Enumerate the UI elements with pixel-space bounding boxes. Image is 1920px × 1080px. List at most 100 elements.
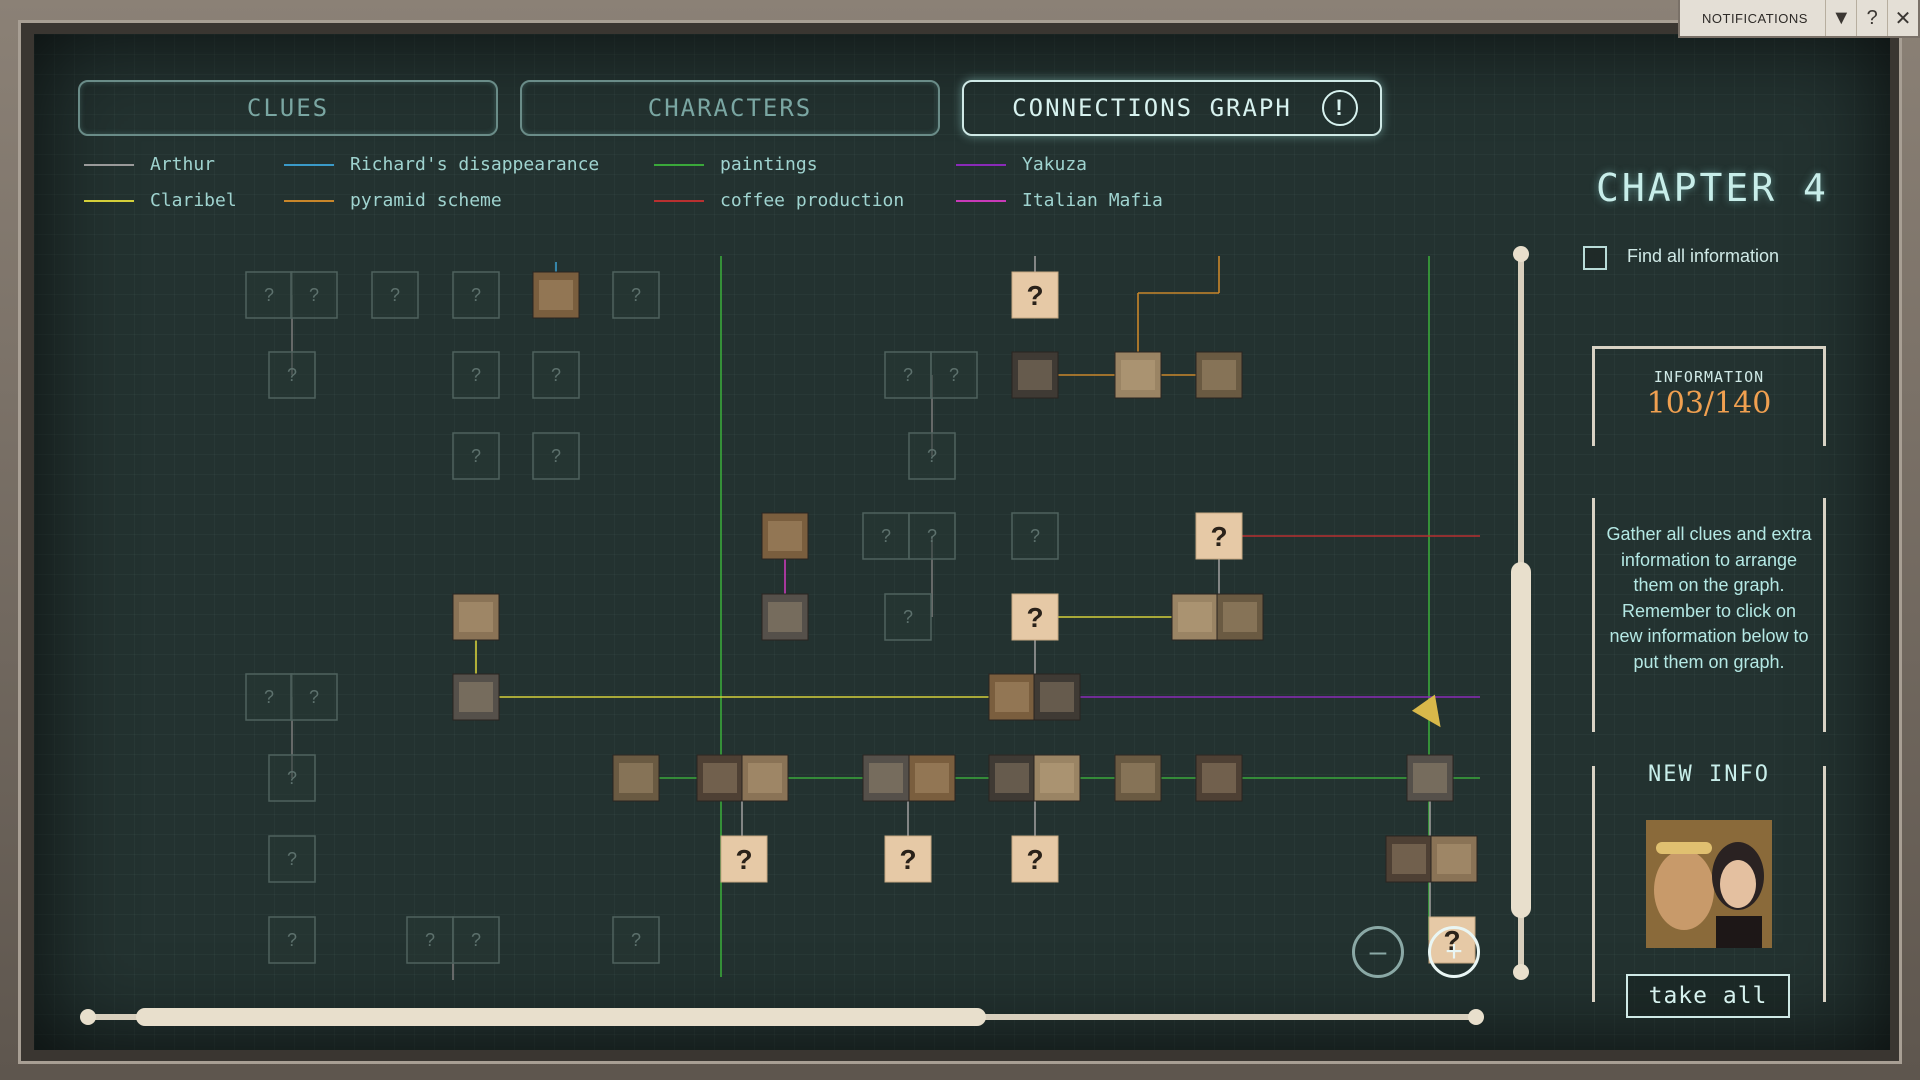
clue-thumbnail [1178, 602, 1212, 632]
clue-node[interactable] [1114, 351, 1162, 399]
node-glyph: ? [287, 768, 297, 788]
node-glyph: ? [1026, 602, 1043, 633]
node-glyph: ? [551, 446, 561, 466]
node-glyph: ? [927, 446, 937, 466]
unknown-node[interactable]: ? [1195, 512, 1243, 560]
node-glyph: ? [471, 365, 481, 385]
clue-thumbnail [1040, 682, 1074, 712]
clue-node[interactable] [1385, 835, 1433, 883]
empty-slot: ? [612, 916, 660, 964]
clue-node[interactable] [696, 754, 744, 802]
empty-slot: ? [908, 432, 956, 480]
clue-node[interactable] [988, 673, 1036, 721]
clue-node[interactable] [1216, 593, 1264, 641]
node-glyph: ? [425, 930, 435, 950]
node-glyph: ? [551, 365, 561, 385]
node-glyph: ? [927, 526, 937, 546]
horizontal-scroll-thumb[interactable] [136, 1008, 986, 1026]
chapter-title: CHAPTER 4 [1596, 166, 1829, 210]
unknown-node[interactable]: ? [720, 835, 768, 883]
node-glyph: ? [1210, 521, 1227, 552]
empty-slot: ? [452, 351, 500, 399]
clue-node[interactable] [1171, 593, 1219, 641]
unknown-node[interactable]: ? [1011, 271, 1059, 319]
node-glyph: ? [1026, 844, 1043, 875]
empty-slot: ? [268, 835, 316, 883]
node-glyph: ? [1026, 280, 1043, 311]
node-glyph: ? [287, 930, 297, 950]
hint-text: Gather all clues and extra information t… [1606, 524, 1812, 672]
node-glyph: ? [471, 930, 481, 950]
empty-slot: ? [268, 916, 316, 964]
clue-thumbnail [869, 763, 903, 793]
clue-node[interactable] [612, 754, 660, 802]
node-glyph: ? [903, 607, 913, 627]
clue-thumbnail [703, 763, 737, 793]
clue-node[interactable] [761, 512, 809, 560]
unknown-node[interactable]: ? [884, 835, 932, 883]
empty-slot: ? [532, 432, 580, 480]
horizontal-scroll-left-cap [80, 1009, 96, 1025]
clue-thumbnail [915, 763, 949, 793]
clue-node[interactable] [532, 271, 580, 319]
clue-thumbnail [539, 280, 573, 310]
clue-node[interactable] [908, 754, 956, 802]
clue-thumbnail [1121, 360, 1155, 390]
node-glyph: ? [735, 844, 752, 875]
clue-thumbnail [1121, 763, 1155, 793]
clue-node[interactable] [452, 673, 500, 721]
node-glyph: ? [899, 844, 916, 875]
clue-node[interactable] [1195, 754, 1243, 802]
clue-node[interactable] [988, 754, 1036, 802]
clue-node[interactable] [1011, 351, 1059, 399]
empty-slot: ? [245, 271, 293, 319]
clue-node[interactable] [1033, 673, 1081, 721]
node-glyph: ? [1030, 526, 1040, 546]
clue-thumbnail [1018, 360, 1052, 390]
clue-thumbnail [768, 602, 802, 632]
empty-slot: ? [268, 754, 316, 802]
node-glyph: ? [903, 365, 913, 385]
clue-node[interactable] [1195, 351, 1243, 399]
new-info-portrait[interactable] [1646, 820, 1772, 948]
node-glyph: ? [471, 446, 481, 466]
information-count: 103/140 [1646, 386, 1772, 421]
empty-slot: ? [245, 673, 293, 721]
clue-node[interactable] [1430, 835, 1478, 883]
vertical-scroll-thumb[interactable] [1511, 562, 1531, 918]
unknown-node[interactable]: ? [1011, 835, 1059, 883]
empty-slot: ? [371, 271, 419, 319]
empty-slot: ? [452, 432, 500, 480]
clue-node[interactable] [452, 593, 500, 641]
find-all-checkbox[interactable] [1583, 246, 1607, 270]
clue-thumbnail [1223, 602, 1257, 632]
empty-slot: ? [884, 351, 932, 399]
new-info-title: NEW INFO [1648, 762, 1770, 787]
empty-slot: ? [908, 512, 956, 560]
clue-node[interactable] [862, 754, 910, 802]
node-glyph: ? [309, 285, 319, 305]
empty-slot: ? [884, 593, 932, 641]
node-glyph: ? [309, 687, 319, 707]
empty-slot: ? [452, 916, 500, 964]
clue-node[interactable] [1033, 754, 1081, 802]
vertical-scroll-bottom-cap [1513, 964, 1529, 980]
clue-thumbnail [1413, 763, 1447, 793]
find-all-label[interactable]: Find all information [1627, 246, 1779, 267]
clue-thumbnail [768, 521, 802, 551]
empty-slot: ? [1011, 512, 1059, 560]
clue-node[interactable] [1114, 754, 1162, 802]
zoom-out-button[interactable]: – [1352, 926, 1404, 978]
empty-slot: ? [930, 351, 978, 399]
clue-node[interactable] [741, 754, 789, 802]
unknown-node[interactable]: ? [1011, 593, 1059, 641]
node-glyph: ? [390, 285, 400, 305]
node-glyph: ? [631, 930, 641, 950]
zoom-in-button[interactable]: + [1428, 926, 1480, 978]
take-all-button[interactable]: take all [1626, 974, 1790, 1018]
clue-node[interactable] [1406, 754, 1454, 802]
node-glyph: ? [949, 365, 959, 385]
clue-node[interactable] [761, 593, 809, 641]
clue-thumbnail [995, 763, 1029, 793]
node-glyph: ? [264, 687, 274, 707]
